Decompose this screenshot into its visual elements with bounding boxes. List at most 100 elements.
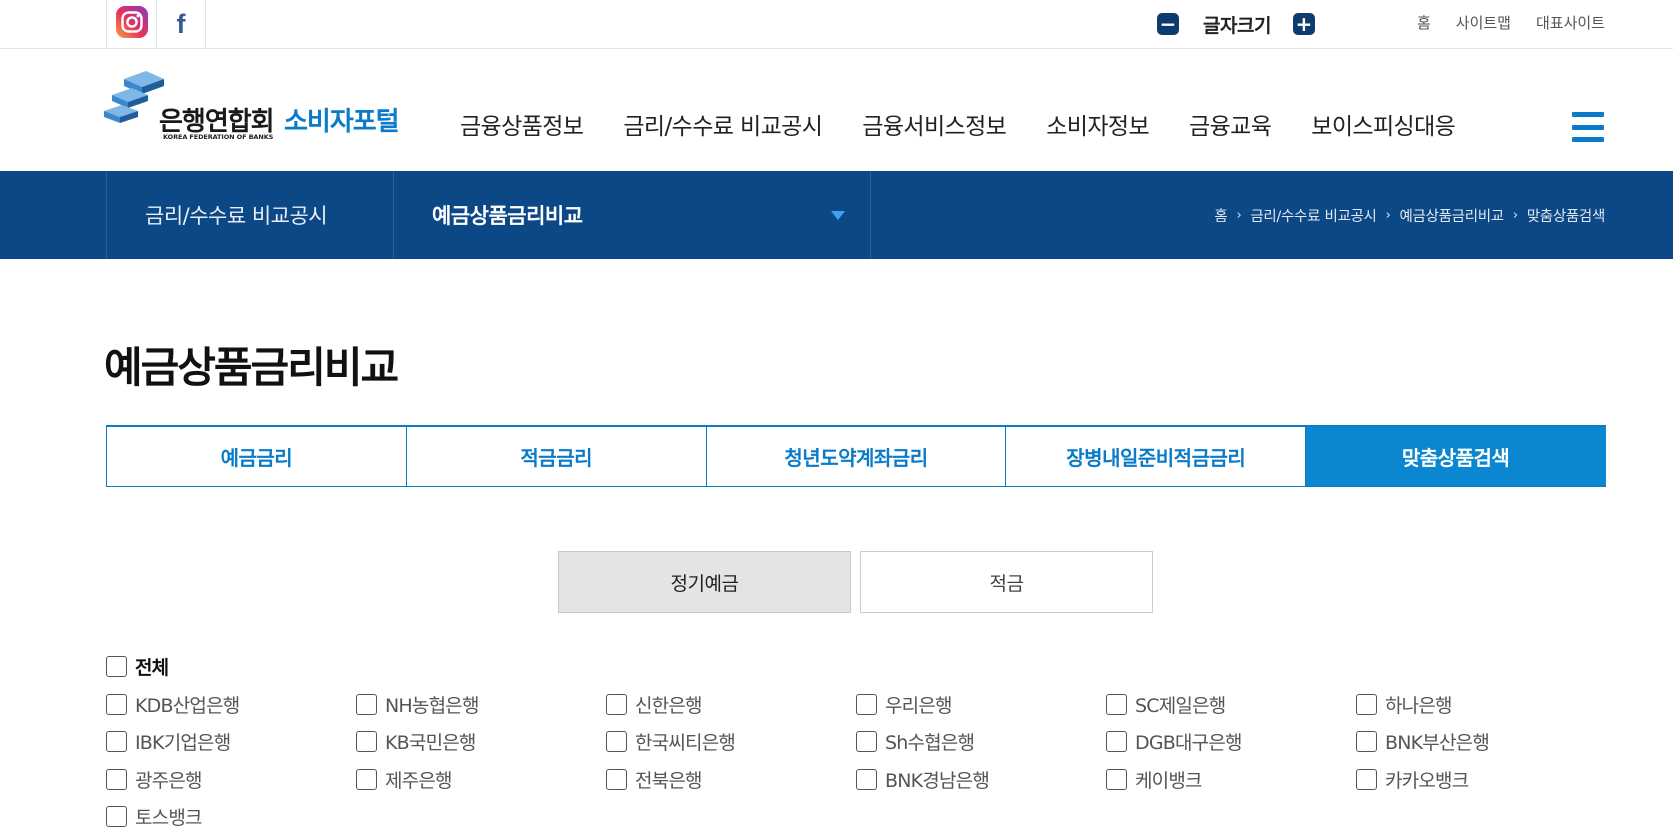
caret-down-icon [831,211,845,220]
checkbox-bank[interactable]: BNK경남은행 [856,766,1106,793]
checkbox-bank[interactable]: Sh수협은행 [856,728,1106,755]
checkbox-label: BNK경남은행 [885,769,990,792]
checkbox-row: 전체 [106,648,1606,686]
product-type-toggle: 정기예금 적금 [558,551,1153,613]
chevron-right-icon: › [1385,208,1391,223]
main-site-link[interactable]: 대표사이트 [1536,12,1605,33]
instagram-icon [115,5,149,43]
checkbox-box[interactable] [106,656,127,678]
checkbox-box[interactable] [1356,731,1377,753]
font-decrease-button[interactable]: − [1157,13,1179,35]
nav-item-voice-phishing[interactable]: 보이스피싱대응 [1311,107,1456,141]
tab-soldier-savings-rate[interactable]: 장병내일준비적금금리 [1006,427,1307,486]
checkbox-bank[interactable]: 신한은행 [606,691,856,718]
facebook-link[interactable]: f [156,0,206,48]
breadcrumb-item[interactable]: 홈 [1214,205,1227,226]
checkbox-box[interactable] [1106,768,1127,790]
font-increase-button[interactable]: + [1292,12,1315,36]
sitemap-link[interactable]: 사이트맵 [1456,12,1511,33]
tab-savings-rate[interactable]: 적금금리 [407,427,707,486]
checkbox-label: IBK기업은행 [135,732,231,755]
breadcrumb: 홈 › 금리/수수료 비교공시 › 예금상품금리비교 › 맞춤상품검색 [1214,205,1605,226]
logo-mark-icon [104,71,164,123]
plus-icon: + [1295,12,1313,36]
checkbox-box[interactable] [1356,768,1377,790]
checkbox-box[interactable] [606,693,627,715]
checkbox-box[interactable] [606,768,627,790]
nav-item-rate-comparison[interactable]: 금리/수수료 비교공시 [623,107,823,141]
logo-portal: 소비자포털 [284,107,400,137]
home-link[interactable]: 홈 [1417,12,1431,33]
checkbox-label: 하나은행 [1385,694,1453,717]
bank-filter: 전체 KDB산업은행 NH농협은행 신한은행 우리은행 SC제일은행 하나은행 IBK기업은… [106,648,1606,836]
checkbox-box[interactable] [106,731,127,753]
nav-item-products[interactable]: 금융상품정보 [460,107,584,141]
checkbox-bank[interactable]: DGB대구은행 [1106,728,1356,755]
checkbox-label: 광주은행 [135,769,203,792]
checkbox-row: IBK기업은행 KB국민은행 한국씨티은행 Sh수협은행 DGB대구은행 BNK부산은행 [106,723,1606,761]
checkbox-box[interactable] [1106,731,1127,753]
checkbox-label: 신한은행 [635,694,703,717]
checkbox-bank[interactable]: 우리은행 [856,691,1106,718]
checkbox-label: BNK부산은행 [1385,732,1490,755]
checkbox-bank[interactable]: 하나은행 [1356,691,1606,718]
tab-deposit-rate[interactable]: 예금금리 [106,427,407,486]
instagram-link[interactable] [106,0,156,48]
checkbox-label: 제주은행 [385,769,453,792]
checkbox-label: DGB대구은행 [1135,732,1243,755]
checkbox-box[interactable] [106,806,127,828]
checkbox-bank[interactable]: 광주은행 [106,766,356,793]
checkbox-box[interactable] [856,731,877,753]
site-logo[interactable]: 은행연합회 KOREA FEDERATION OF BANKS 소비자포털 [104,71,424,151]
checkbox-bank[interactable]: 케이뱅크 [1106,766,1356,793]
checkbox-bank[interactable]: 전북은행 [606,766,856,793]
checkbox-box[interactable] [106,768,127,790]
nav-item-education[interactable]: 금융교육 [1189,107,1272,141]
checkbox-bank[interactable]: KDB산업은행 [106,691,356,718]
rate-tabs: 예금금리 적금금리 청년도약계좌금리 장병내일준비적금금리 맞춤상품검색 [106,425,1606,487]
facebook-icon: f [176,8,186,39]
breadcrumb-item[interactable]: 예금상품금리비교 [1400,205,1505,226]
sns-links: f [106,0,206,48]
checkbox-box[interactable] [856,768,877,790]
nav-item-services[interactable]: 금융서비스정보 [862,107,1007,141]
checkbox-label: 카카오뱅크 [1385,769,1469,792]
type-time-deposit-button[interactable]: 정기예금 [558,551,851,613]
checkbox-bank[interactable]: 카카오뱅크 [1356,766,1606,793]
tab-youth-leap-rate[interactable]: 청년도약계좌금리 [707,427,1007,486]
depth1-selector[interactable]: 금리/수수료 비교공시 [106,171,394,259]
checkbox-bank[interactable]: 토스뱅크 [106,803,356,830]
checkbox-box[interactable] [1356,693,1377,715]
checkbox-box[interactable] [356,768,377,790]
checkbox-label: 한국씨티은행 [635,732,736,755]
minus-icon: − [1159,12,1177,36]
main-nav: 금융상품정보 금리/수수료 비교공시 금융서비스정보 소비자정보 금융교육 보이… [460,107,1495,141]
checkbox-all[interactable]: 전체 [106,653,356,680]
checkbox-row: 광주은행 제주은행 전북은행 BNK경남은행 케이뱅크 카카오뱅크 [106,761,1606,799]
checkbox-box[interactable] [356,693,377,715]
checkbox-label: 전북은행 [635,769,703,792]
utility-links: 홈 사이트맵 대표사이트 [1417,12,1605,33]
checkbox-box[interactable] [106,693,127,715]
checkbox-bank[interactable]: 제주은행 [356,766,606,793]
checkbox-bank[interactable]: BNK부산은행 [1356,728,1606,755]
logo-subtitle: KOREA FEDERATION OF BANKS [163,133,274,141]
menu-icon[interactable] [1572,112,1604,142]
checkbox-label: KB국민은행 [385,732,476,755]
checkbox-bank[interactable]: NH농협은행 [356,691,606,718]
nav-item-consumer-info[interactable]: 소비자정보 [1046,107,1149,141]
checkbox-bank[interactable]: KB국민은행 [356,728,606,755]
breadcrumb-item[interactable]: 금리/수수료 비교공시 [1250,205,1377,226]
tab-custom-search[interactable]: 맞춤상품검색 [1306,427,1606,486]
checkbox-label: 케이뱅크 [1135,769,1203,792]
checkbox-box[interactable] [606,731,627,753]
depth2-selector[interactable]: 예금상품금리비교 [394,171,871,259]
checkbox-bank[interactable]: 한국씨티은행 [606,728,856,755]
type-installment-savings-button[interactable]: 적금 [860,551,1153,613]
checkbox-bank[interactable]: IBK기업은행 [106,728,356,755]
checkbox-box[interactable] [1106,693,1127,715]
site-header: 은행연합회 KOREA FEDERATION OF BANKS 소비자포털 금융… [0,49,1673,171]
checkbox-box[interactable] [856,693,877,715]
checkbox-box[interactable] [356,731,377,753]
checkbox-bank[interactable]: SC제일은행 [1106,691,1356,718]
